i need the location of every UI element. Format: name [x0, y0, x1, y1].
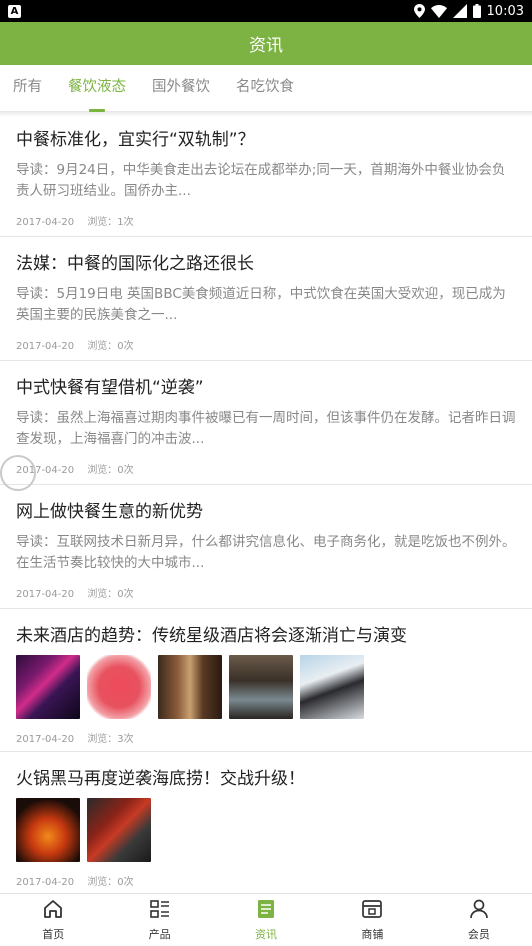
nav-label: 资讯 [255, 928, 278, 941]
tab-catering[interactable]: 餐饮液态 [68, 65, 126, 112]
status-time: 10:03 [486, 3, 524, 19]
article-thumbnails [16, 798, 151, 862]
thumbnail-image [300, 655, 364, 719]
nav-label: 产品 [148, 928, 171, 941]
article-title: 火锅黑马再度逆袭海底捞！交战升级！ [16, 769, 305, 789]
list-icon [149, 898, 171, 924]
thumbnail-image [87, 655, 151, 719]
location-icon [413, 4, 425, 18]
article-item[interactable]: 中式快餐有望借机“逆袭” 导读：虽然上海福喜过期肉事件被曝已有一周时间，但该事件… [0, 361, 532, 485]
article-title: 法媒：中餐的国际化之路还很长 [16, 254, 254, 274]
news-icon [255, 898, 277, 924]
thumbnail-image [87, 798, 151, 862]
status-bar: A 10:03 [0, 0, 532, 22]
article-thumbnails [16, 655, 364, 719]
article-summary: 导读：虽然上海福喜过期肉事件被曝已有一周时间，但该事件仍在发酵。记者昨日调查发现… [16, 410, 516, 447]
nav-label: 首页 [42, 928, 65, 941]
article-summary: 导读：9月24日，中华美食走出去论坛在成都举办;同一天，首期海外中餐业协会负责人… [16, 162, 506, 199]
tab-famous-food[interactable]: 名吃饮食 [236, 65, 294, 112]
battery-icon [472, 4, 481, 18]
nav-news[interactable]: 资讯 [213, 894, 319, 946]
article-item[interactable]: 未来酒店的趋势：传统星级酒店将会逐渐消亡与演变 2017-04-20 浏览：3次 [0, 609, 532, 752]
article-meta: 2017-04-20 浏览：0次 [16, 873, 144, 888]
thumbnail-image [229, 655, 293, 719]
article-date: 2017-04-20 [16, 217, 75, 228]
nav-label: 会员 [467, 928, 490, 941]
tab-foreign[interactable]: 国外餐饮 [152, 65, 210, 112]
article-list: 中餐标准化，宜实行“双轨制”？ 导读：9月24日，中华美食走出去论坛在成都举办;… [0, 115, 532, 895]
wifi-icon [430, 4, 447, 18]
article-date: 2017-04-20 [16, 734, 75, 745]
article-summary: 导读：互联网技术日新月异，什么都讲究信息化、电子商务化，就是吃饭也不例外。在生活… [16, 534, 516, 571]
signal-icon [452, 4, 467, 18]
article-title: 中餐标准化，宜实行“双轨制”？ [16, 130, 255, 150]
article-title: 未来酒店的趋势：传统星级酒店将会逐渐消亡与演变 [16, 626, 407, 646]
user-icon [468, 898, 490, 924]
thumbnail-image [16, 655, 80, 719]
article-item[interactable]: 网上做快餐生意的新优势 导读：互联网技术日新月异，什么都讲究信息化、电子商务化，… [0, 485, 532, 609]
article-meta: 2017-04-20 浏览：0次 [16, 337, 144, 352]
article-item[interactable]: 中餐标准化，宜实行“双轨制”？ 导读：9月24日，中华美食走出去论坛在成都举办;… [0, 115, 532, 237]
article-title: 网上做快餐生意的新优势 [16, 502, 203, 522]
header-bar: 资讯 [0, 22, 532, 65]
article-date: 2017-04-20 [16, 877, 75, 888]
article-meta: 2017-04-20 浏览：3次 [16, 730, 144, 745]
article-meta: 2017-04-20 浏览：1次 [16, 213, 144, 228]
article-views: 浏览：0次 [87, 877, 134, 888]
article-views: 浏览：0次 [87, 589, 134, 600]
article-views: 浏览：0次 [87, 465, 134, 476]
article-item[interactable]: 火锅黑马再度逆袭海底捞！交战升级！ 2017-04-20 浏览：0次 [0, 752, 532, 895]
nav-products[interactable]: 产品 [106, 894, 212, 946]
bottom-navigation: 首页 产品 资讯 商铺 会员 [0, 893, 532, 946]
article-date: 2017-04-20 [16, 341, 75, 352]
thumbnail-image [158, 655, 222, 719]
tab-all[interactable]: 所有 [13, 65, 42, 112]
category-tabs: 所有 餐饮液态 国外餐饮 名吃饮食 [0, 65, 532, 112]
article-summary: 导读：5月19日电 英国BBC美食频道近日称，中式饮食在英国大受欢迎，现已成为英… [16, 286, 506, 323]
nav-store[interactable]: 商铺 [319, 894, 425, 946]
thumbnail-image [16, 798, 80, 862]
article-date: 2017-04-20 [16, 589, 75, 600]
nav-home[interactable]: 首页 [0, 894, 106, 946]
article-views: 浏览：0次 [87, 341, 134, 352]
nav-member[interactable]: 会员 [426, 894, 532, 946]
home-icon [42, 898, 64, 924]
article-views: 浏览：3次 [87, 734, 134, 745]
article-views: 浏览：1次 [87, 217, 134, 228]
article-meta: 2017-04-20 浏览：0次 [16, 585, 144, 600]
article-title: 中式快餐有望借机“逆袭” [16, 378, 204, 398]
app-notification-icon: A [8, 4, 21, 18]
article-item[interactable]: 法媒：中餐的国际化之路还很长 导读：5月19日电 英国BBC美食频道近日称，中式… [0, 237, 532, 361]
page-title: 资讯 [249, 36, 283, 56]
floating-touch-indicator [0, 455, 36, 491]
store-icon [361, 898, 383, 924]
nav-label: 商铺 [361, 928, 384, 941]
